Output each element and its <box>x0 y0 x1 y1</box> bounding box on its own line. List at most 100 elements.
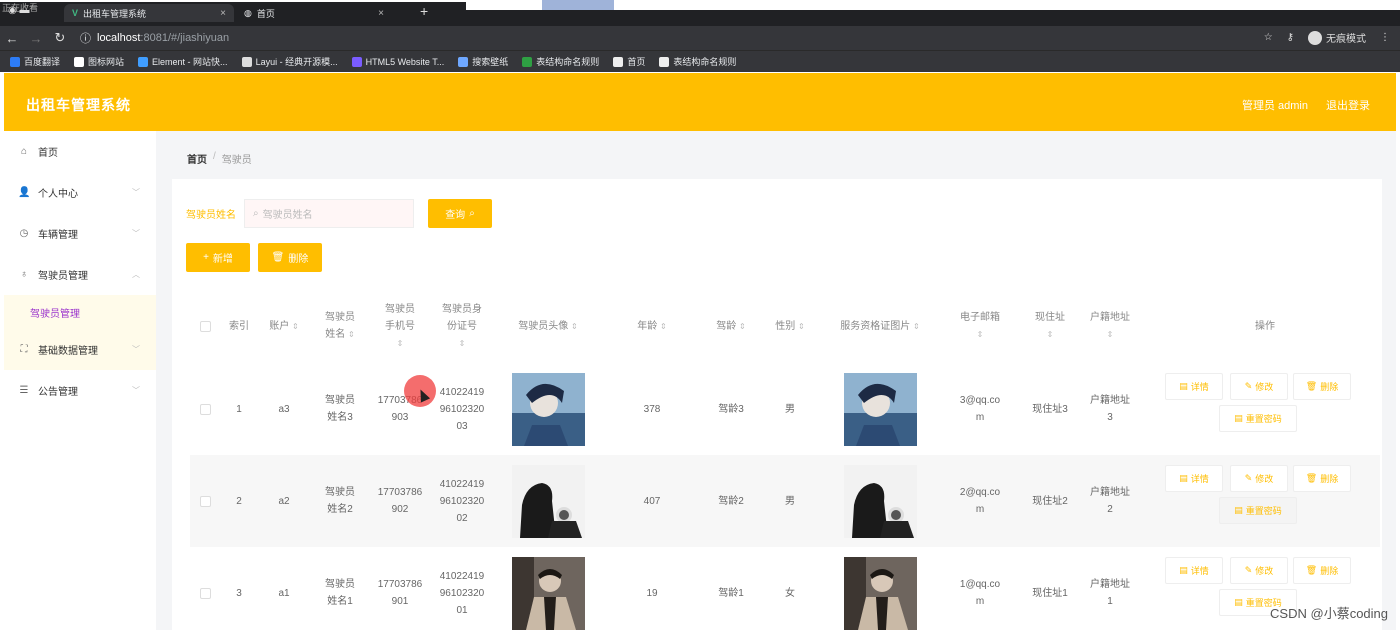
back-icon[interactable]: ← <box>0 31 24 46</box>
search-input[interactable]: ⌕ 驾驶员姓名 <box>244 199 414 228</box>
url-path: :8081/#/jiashiyuan <box>140 32 229 44</box>
checkbox[interactable] <box>200 496 211 507</box>
edit-label: 修改 <box>1255 472 1273 485</box>
query-button[interactable]: 查询 ⌕ <box>428 199 492 228</box>
col-household-addr[interactable]: 户籍地址⇕ <box>1080 289 1140 363</box>
col-gender[interactable]: 性别 ⇕ <box>760 289 820 363</box>
bookmark-item[interactable]: Element - 网站快... <box>138 55 228 68</box>
sidebar-item-home[interactable]: ⌂ 首页 <box>4 131 156 172</box>
bookmark-item[interactable]: 表结构命名规则 <box>522 55 599 68</box>
bookmark-label: 表结构命名规则 <box>673 55 736 68</box>
cell-age: 407 <box>602 455 702 547</box>
tab-home[interactable]: ◍ 首页 × <box>244 4 384 22</box>
col-current-addr[interactable]: 现住址⇕ <box>1020 289 1080 363</box>
more-icon[interactable]: ⋮ <box>1380 32 1390 43</box>
sort-icon[interactable]: ⇕ <box>798 322 805 331</box>
select-all-checkbox[interactable] <box>190 289 220 363</box>
sidebar-item-personal-center[interactable]: 👤 个人中心 ﹀ <box>4 172 156 213</box>
key-icon[interactable]: ⚷ <box>1287 32 1294 43</box>
cell-cert[interactable] <box>820 547 940 639</box>
breadcrumb-current: 驾驶员 <box>222 151 252 166</box>
sort-icon[interactable]: ⇕ <box>571 322 578 331</box>
add-button[interactable]: + 新增 <box>186 243 250 272</box>
checkbox[interactable] <box>200 404 211 415</box>
row-delete-button[interactable]: 🗑删除 <box>1293 465 1351 492</box>
col-idcard[interactable]: 驾驶员身份证号⇕ <box>430 289 494 363</box>
cell-cert[interactable] <box>820 455 940 547</box>
row-checkbox-cell[interactable] <box>190 363 220 455</box>
cell-avatar[interactable] <box>494 455 602 547</box>
bookmark-item[interactable]: 图标网站 <box>74 55 124 68</box>
cell-current-addr: 现住址2 <box>1020 455 1080 547</box>
checkbox[interactable] <box>200 321 211 332</box>
row-delete-button[interactable]: 🗑删除 <box>1293 373 1351 400</box>
checkbox[interactable] <box>200 588 211 599</box>
bookmark-item[interactable]: Layui - 经典开源模... <box>242 55 338 68</box>
url-field[interactable]: ⓘ localhost:8081/#/jiashiyuan <box>80 30 229 46</box>
detail-button[interactable]: ▤详情 <box>1165 373 1223 400</box>
bookmark-item[interactable]: 首页 <box>613 55 645 68</box>
bookmark-label: 表结构命名规则 <box>536 55 599 68</box>
tab-taxi-system[interactable]: V 出租车管理系统 × <box>64 4 234 22</box>
sidebar-item-notice[interactable]: ☰ 公告管理 ﹀ <box>4 370 156 411</box>
row-checkbox-cell[interactable] <box>190 547 220 639</box>
row-delete-button[interactable]: 🗑删除 <box>1293 557 1351 584</box>
breadcrumb-home[interactable]: 首页 <box>187 151 207 166</box>
sort-icon[interactable]: ⇕ <box>1107 330 1114 339</box>
star-icon[interactable]: ☆ <box>1264 32 1273 43</box>
col-cert[interactable]: 服务资格证图片 ⇕ <box>820 289 940 363</box>
col-account[interactable]: 账户 ⇕ <box>258 289 310 363</box>
col-name[interactable]: 驾驶员姓名 ⇕ <box>310 289 370 363</box>
incognito-badge[interactable]: 无痕模式 <box>1308 30 1366 45</box>
sidebar-item-base-data[interactable]: ⛶ 基础数据管理 ﹀ <box>4 329 156 370</box>
bookmark-item[interactable]: 表结构命名规则 <box>659 55 736 68</box>
bookmark-icon <box>138 57 148 67</box>
sidebar-item-driver[interactable]: ♁ 驾驶员管理 ︿ <box>4 254 156 295</box>
cell-cert[interactable] <box>820 363 940 455</box>
sort-icon[interactable]: ⇕ <box>660 322 667 331</box>
sort-icon[interactable]: ⇕ <box>459 339 466 348</box>
cell-avatar[interactable] <box>494 363 602 455</box>
sort-icon[interactable]: ⇕ <box>292 322 299 331</box>
trash-icon: 🗑 <box>1306 473 1317 484</box>
col-avatar[interactable]: 驾驶员头像 ⇕ <box>494 289 602 363</box>
window-menu-icon[interactable]: ◉ ▬ <box>8 5 30 16</box>
bookmark-item[interactable]: 搜索壁纸 <box>458 55 508 68</box>
detail-button[interactable]: ▤详情 <box>1165 465 1223 492</box>
sidebar-item-label: 个人中心 <box>38 185 78 200</box>
sort-icon[interactable]: ⇕ <box>397 339 404 348</box>
forward-icon[interactable]: → <box>24 31 48 46</box>
reload-icon[interactable]: ↻ <box>48 30 72 46</box>
submenu-driver-management[interactable]: 驾驶员管理 <box>4 295 156 329</box>
sort-icon[interactable]: ⇕ <box>977 330 984 339</box>
sort-icon[interactable]: ⇕ <box>348 330 355 339</box>
reset-password-button[interactable]: ▤重置密码 <box>1219 405 1297 432</box>
cell-avatar[interactable] <box>494 547 602 639</box>
col-phone[interactable]: 驾驶员手机号 ⇕ <box>370 289 430 363</box>
reset-password-button[interactable]: ▤重置密码 <box>1219 497 1297 524</box>
edit-button[interactable]: ✎修改 <box>1230 557 1288 584</box>
incognito-label: 无痕模式 <box>1326 30 1366 45</box>
new-tab-button[interactable]: + <box>420 3 428 19</box>
col-email[interactable]: 电子邮箱⇕ <box>940 289 1020 363</box>
bookmark-item[interactable]: HTML5 Website T... <box>352 57 445 67</box>
logout-link[interactable]: 退出登录 <box>1326 97 1370 113</box>
close-icon[interactable]: × <box>220 8 226 19</box>
detail-button[interactable]: ▤详情 <box>1165 557 1223 584</box>
delete-button[interactable]: 🗑 删除 <box>258 243 322 272</box>
bookmark-label: 图标网站 <box>88 55 124 68</box>
col-driving-years[interactable]: 驾龄 ⇕ <box>702 289 760 363</box>
edit-button[interactable]: ✎修改 <box>1230 465 1288 492</box>
bookmark-icon <box>10 57 20 67</box>
edit-button[interactable]: ✎修改 <box>1230 373 1288 400</box>
sort-icon[interactable]: ⇕ <box>913 322 920 331</box>
sidebar-item-vehicle[interactable]: ◷ 车辆管理 ﹀ <box>4 213 156 254</box>
cell-email: 2@qq.com <box>940 455 1020 547</box>
sort-icon[interactable]: ⇕ <box>1047 330 1054 339</box>
close-icon[interactable]: × <box>378 8 384 19</box>
sort-icon[interactable]: ⇕ <box>739 322 746 331</box>
cell-name: 驾驶员姓名1 <box>310 547 370 639</box>
col-age[interactable]: 年龄 ⇕ <box>602 289 702 363</box>
row-checkbox-cell[interactable] <box>190 455 220 547</box>
bookmark-item[interactable]: 百度翻译 <box>10 55 60 68</box>
